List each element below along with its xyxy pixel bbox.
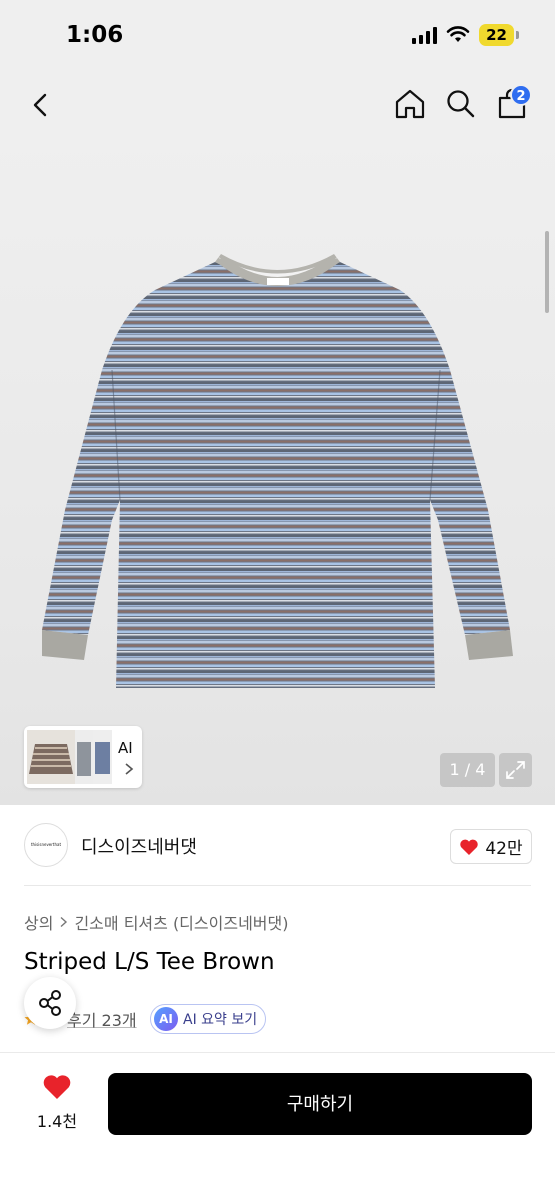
status-time: 1:06 [66, 22, 124, 48]
share-button[interactable] [24, 977, 76, 1029]
brand-like-count: 42만 [485, 839, 523, 859]
scroll-indicator [545, 231, 549, 313]
chevron-right-icon [125, 763, 134, 775]
share-icon [39, 990, 61, 1016]
ai-badge: AI [154, 1007, 178, 1031]
product-image-gallery[interactable]: AI 1 / 4 [0, 135, 555, 805]
brand-name[interactable]: 디스이즈네버댓 [81, 833, 197, 859]
ai-label: AI [118, 739, 133, 757]
wifi-icon [446, 26, 470, 42]
battery-indicator: 22 [479, 24, 514, 46]
page-counter: 1 / 4 [440, 753, 495, 787]
breadcrumb-item-category[interactable]: 상의 [24, 910, 53, 934]
bottom-action-bar: 1.4천 구매하기 [0, 1052, 555, 1200]
expand-button[interactable] [499, 753, 532, 787]
ai-summary-label: AI 요약 보기 [183, 1012, 258, 1028]
thumbnail-images [27, 730, 112, 784]
cart-count-badge: 2 [510, 84, 532, 106]
status-bar: 1:06 22 [0, 0, 555, 75]
heart-icon [460, 839, 479, 855]
ai-similar-items-card[interactable]: AI [24, 726, 142, 788]
chevron-right-icon [60, 916, 68, 928]
brand-row[interactable]: thisisneverthat 디스이즈네버댓 42만 [0, 805, 555, 887]
breadcrumb-item-subcategory[interactable]: 긴소매 티셔츠 (디스이즈네버댓) [74, 910, 288, 934]
review-count-link[interactable]: 후기 23개 [67, 1007, 137, 1031]
expand-icon [506, 761, 525, 779]
product-image [42, 254, 513, 688]
nav-bar: 2 [0, 75, 555, 135]
search-icon[interactable] [444, 87, 478, 121]
product-title: Striped L/S Tee Brown [24, 949, 275, 975]
brand-like-button[interactable]: 42만 [450, 829, 532, 864]
back-arrow-icon[interactable] [26, 89, 56, 121]
ai-summary-button[interactable]: AI AI 요약 보기 [150, 1004, 266, 1034]
divider [24, 885, 531, 886]
breadcrumb: 상의 긴소매 티셔츠 (디스이즈네버댓) [24, 910, 288, 934]
wish-count: 1.4천 [36, 1112, 78, 1131]
battery-nub [516, 31, 519, 39]
heart-icon[interactable] [42, 1073, 72, 1101]
home-icon[interactable] [393, 87, 427, 121]
buy-button[interactable]: 구매하기 [108, 1073, 532, 1135]
status-icons: 22 [412, 24, 519, 46]
cellular-signal-icon [412, 26, 438, 44]
brand-logo[interactable]: thisisneverthat [24, 823, 68, 867]
